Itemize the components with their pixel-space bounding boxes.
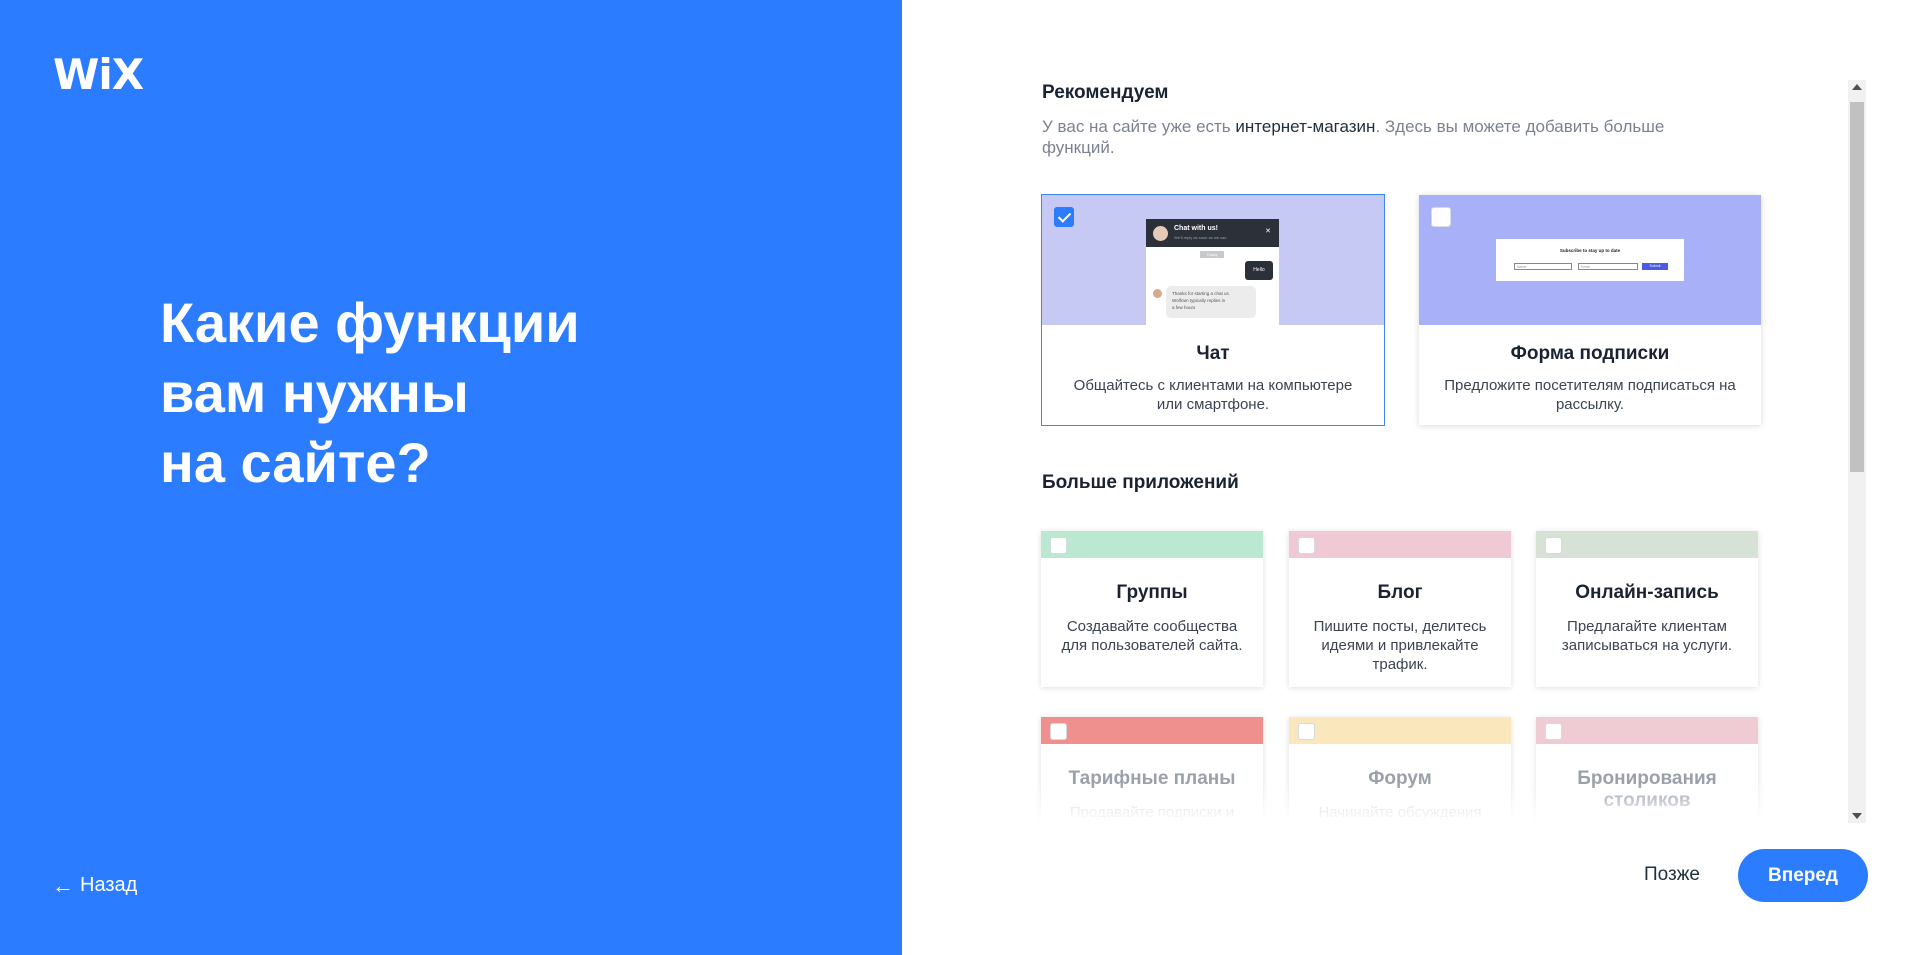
app-card-title: Группы xyxy=(1116,582,1188,603)
app-card-description: Начинайте обсуждения xyxy=(1318,804,1482,821)
subtitle-text-1: У вас на сайте уже есть xyxy=(1042,117,1236,136)
scroll-thumb[interactable] xyxy=(1850,102,1864,472)
app-card-title: Блог xyxy=(1377,582,1423,603)
subscribe-preview-image: Subscribe to stay up to date Name Email … xyxy=(1419,195,1761,325)
chat-date-pill: Today xyxy=(1200,251,1224,258)
close-icon: ✕ xyxy=(1265,228,1271,235)
back-button[interactable]: ← Назад xyxy=(52,874,137,897)
page-title-line-2: вам нужны xyxy=(160,361,469,424)
scroll-down-icon[interactable] xyxy=(1852,813,1862,819)
chat-widget-header: Chat with us! We'll reply as soon as we … xyxy=(1146,219,1279,247)
app-card-title: Тарифные планы xyxy=(1068,768,1236,789)
subtitle-store-link: интернет-магазин xyxy=(1235,117,1376,136)
app-card-title: Форум xyxy=(1368,768,1432,789)
page-title-line-3: на сайте? xyxy=(160,431,431,494)
chat-message-out: Hello xyxy=(1245,261,1273,280)
back-button-label: Назад xyxy=(80,874,138,896)
feature-card-title: Форма подписки xyxy=(1510,343,1670,364)
left-panel: WiX Какие функции вам нужны на сайте? ← … xyxy=(0,0,902,955)
app-card-band xyxy=(1289,717,1511,744)
feature-card-description: Предложите посетителям подписаться на ра… xyxy=(1444,377,1736,413)
app-card-band xyxy=(1289,531,1511,558)
chat-preview-image: Chat with us! We'll reply as soon as we … xyxy=(1042,195,1384,325)
app-checkbox-groups[interactable] xyxy=(1050,537,1067,554)
scroll-up-icon[interactable] xyxy=(1852,84,1862,90)
app-checkbox-pricing-plans[interactable] xyxy=(1050,723,1067,740)
app-card-description: Пишите посты, делитесь идеями и привлека… xyxy=(1313,618,1487,673)
app-card-online-booking[interactable]: Онлайн-запись Предлагайте клиентам запис… xyxy=(1536,531,1758,687)
scrollbar[interactable] xyxy=(1848,80,1866,823)
chat-widget-title: Chat with us! xyxy=(1174,225,1218,232)
feature-card-title: Чат xyxy=(1196,343,1230,364)
avatar xyxy=(1153,226,1168,241)
chat-message-line-3: a few hours xyxy=(1172,305,1196,310)
app-card-band xyxy=(1536,717,1758,744)
subscribe-form-box: Subscribe to stay up to date Name Email … xyxy=(1496,239,1684,281)
next-button[interactable]: Вперед xyxy=(1738,849,1868,902)
app-card-description: Продавайте подписки и xyxy=(1069,804,1235,821)
app-checkbox-online-booking[interactable] xyxy=(1545,537,1562,554)
chat-message-line-1: Thanks for starting a chat us. xyxy=(1172,291,1231,296)
recommended-subtitle: У вас на сайте уже есть интернет-магазин… xyxy=(1042,116,1722,158)
app-card-band xyxy=(1041,531,1263,558)
app-card-forum[interactable]: Форум Начинайте обсуждения xyxy=(1289,717,1511,823)
app-card-pricing-plans[interactable]: Тарифные планы Продавайте подписки и xyxy=(1041,717,1263,823)
app-card-description: Предлагайте клиентам записываться на усл… xyxy=(1561,618,1733,654)
app-card-groups[interactable]: Группы Создавайте сообщества для пользов… xyxy=(1041,531,1263,687)
feature-card-subscribe-form[interactable]: Subscribe to stay up to date Name Email … xyxy=(1419,195,1761,425)
chat-widget: Chat with us! We'll reply as soon as we … xyxy=(1146,219,1279,325)
chat-widget-subtitle: We'll reply as soon as we can xyxy=(1174,235,1227,240)
feature-card-description: Общайтесь с клиентами на компьютере или … xyxy=(1073,377,1353,413)
feature-checkbox-subscribe-form[interactable] xyxy=(1431,207,1451,227)
avatar xyxy=(1153,289,1162,298)
more-apps-title: Больше приложений xyxy=(1042,472,1239,493)
chat-message-in: Thanks for starting a chat us. Wolfram t… xyxy=(1166,286,1256,318)
app-card-table-reservations[interactable]: Бронирования столиков xyxy=(1536,717,1758,823)
app-card-title: Онлайн-запись xyxy=(1575,582,1719,603)
app-checkbox-blog[interactable] xyxy=(1298,537,1315,554)
app-checkbox-forum[interactable] xyxy=(1298,723,1315,740)
subscribe-form-title: Subscribe to stay up to date xyxy=(1559,248,1621,253)
right-panel: Рекомендуем У вас на сайте уже есть инте… xyxy=(902,0,1920,955)
app-card-band xyxy=(1041,717,1263,744)
recommended-title: Рекомендуем xyxy=(1042,82,1169,103)
page-title: Какие функции вам нужны на сайте? xyxy=(160,288,860,498)
features-scroll-area[interactable]: Рекомендуем У вас на сайте уже есть инте… xyxy=(902,80,1850,823)
subscribe-name-field: Name xyxy=(1514,263,1572,270)
app-card-blog[interactable]: Блог Пишите посты, делитесь идеями и при… xyxy=(1289,531,1511,687)
subscribe-email-field: Email xyxy=(1578,263,1638,270)
wix-logo[interactable]: WiX xyxy=(53,50,144,99)
later-button[interactable]: Позже xyxy=(1644,864,1700,886)
feature-checkbox-chat[interactable] xyxy=(1054,207,1074,227)
feature-card-chat[interactable]: Chat with us! We'll reply as soon as we … xyxy=(1041,194,1385,426)
app-card-title: Бронирования столиков xyxy=(1577,768,1717,811)
arrow-left-icon: ← xyxy=(52,872,74,898)
app-card-description: Создавайте сообщества для пользователей … xyxy=(1061,618,1243,654)
app-checkbox-table-reservations[interactable] xyxy=(1545,723,1562,740)
page-title-line-1: Какие функции xyxy=(160,291,580,354)
subscribe-submit-button: Submit xyxy=(1642,263,1668,270)
chat-message-line-2: Wolfram typically replies in xyxy=(1172,298,1226,303)
app-card-band xyxy=(1536,531,1758,558)
